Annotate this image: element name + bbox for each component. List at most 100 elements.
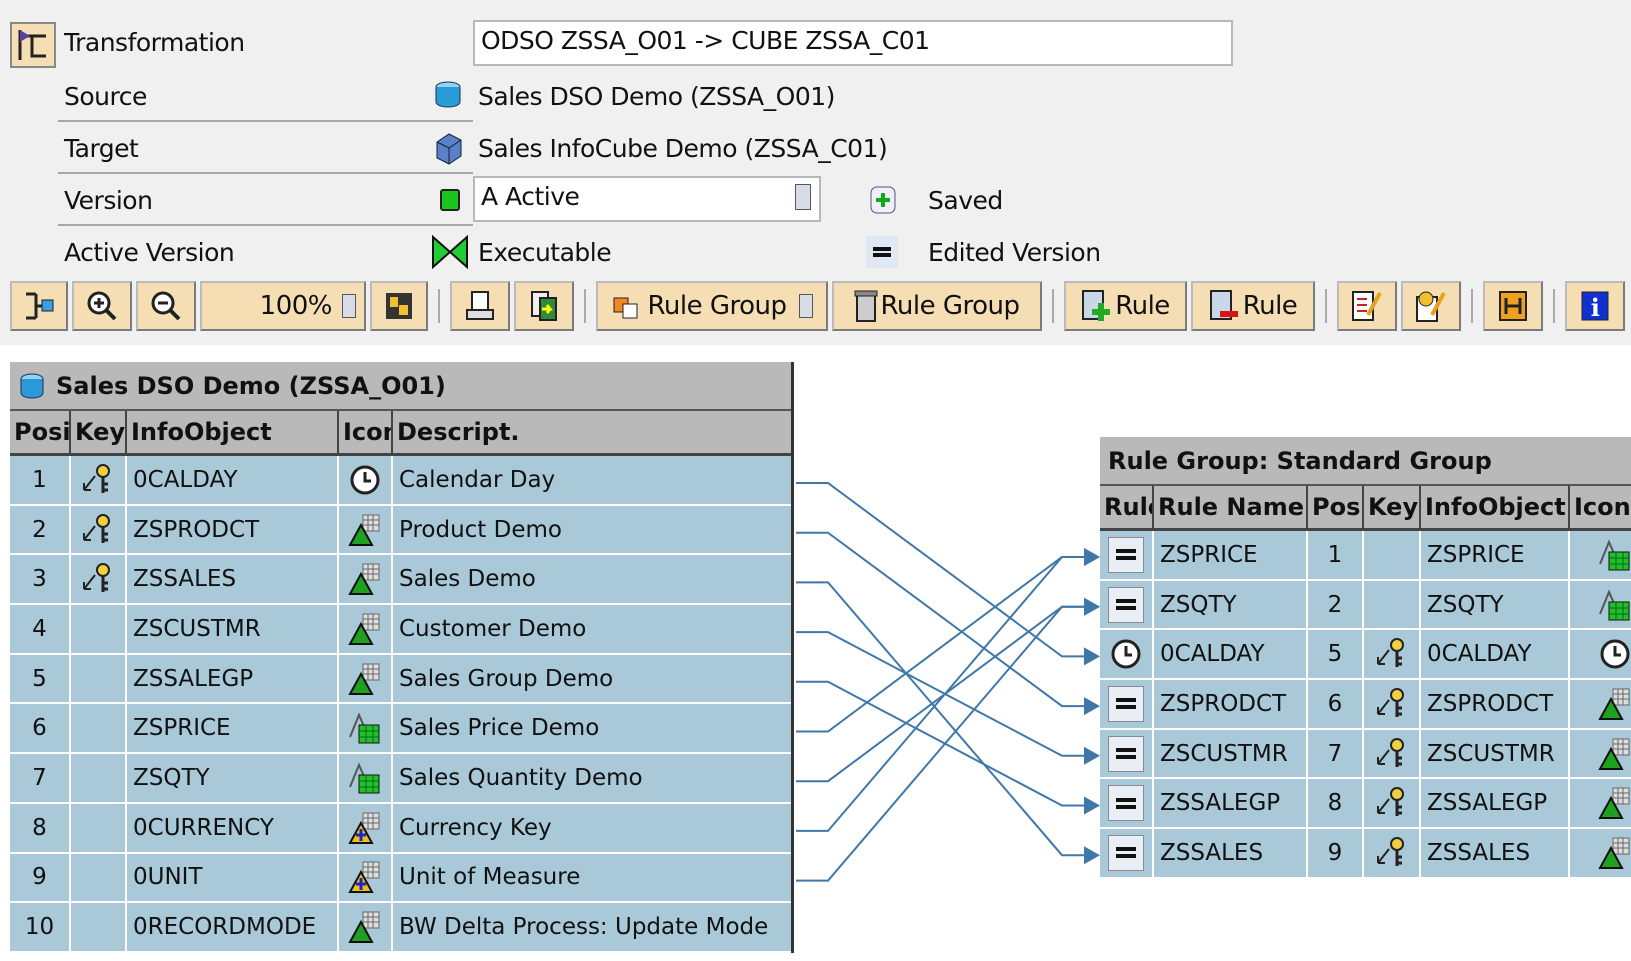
rule-type-cell[interactable] bbox=[1100, 580, 1154, 629]
key-icon bbox=[1376, 687, 1404, 717]
target-table-title: Rule Group: Standard Group bbox=[1100, 437, 1631, 486]
key-cell bbox=[71, 555, 127, 604]
rule-row-zssalegp[interactable]: ZSSALEGP 8 ZSSALEGP bbox=[1100, 779, 1631, 830]
rule-row-zsprodct[interactable]: ZSPRODCT 6 ZSPRODCT bbox=[1100, 680, 1631, 730]
arrowhead-icon bbox=[1084, 846, 1100, 865]
unit-icon bbox=[348, 861, 380, 894]
col-header[interactable]: Rule bbox=[1100, 486, 1154, 528]
infoobject-cell: ZSCUSTMR bbox=[1421, 729, 1570, 778]
infoobject-cell: ZSPRODCT bbox=[127, 505, 339, 554]
icon-cell bbox=[339, 456, 393, 504]
rule-type-cell[interactable] bbox=[1100, 829, 1154, 877]
source-row-zsqty[interactable]: 7 ZSQTY Sales Quantity Demo bbox=[10, 754, 791, 804]
col-header[interactable]: Key bbox=[1364, 486, 1421, 528]
direct-assignment-icon[interactable] bbox=[1108, 586, 1144, 623]
col-header[interactable]: InfoObject bbox=[1421, 486, 1570, 528]
col-header[interactable]: Key bbox=[71, 411, 127, 453]
source-row-zssales[interactable]: 3 ZSSALES Sales Demo bbox=[10, 555, 791, 606]
icon-cell bbox=[339, 853, 393, 902]
description-cell: Unit of Measure bbox=[399, 864, 581, 891]
key-cell bbox=[71, 803, 127, 852]
key-icon bbox=[83, 513, 110, 543]
col-header[interactable]: InfoObject bbox=[127, 411, 339, 453]
col-header[interactable]: Pos bbox=[1308, 486, 1364, 528]
source-table-title-text: Sales DSO Demo (ZSSA_O01) bbox=[56, 371, 446, 400]
rule-type-cell[interactable] bbox=[1100, 680, 1154, 728]
rule-row-zssales[interactable]: ZSSALES 9 ZSSALES bbox=[1100, 829, 1631, 879]
characteristic-icon bbox=[348, 663, 380, 695]
source-row-zssalegp[interactable]: 5 ZSSALEGP Sales Group Demo bbox=[10, 654, 791, 705]
clock-icon bbox=[350, 465, 380, 495]
direct-assignment-icon[interactable] bbox=[1108, 685, 1144, 722]
source-row-zsprodct[interactable]: 2 ZSPRODCT Product Demo bbox=[10, 505, 791, 556]
description-cell: Calendar Day bbox=[399, 466, 556, 493]
icon-cell bbox=[339, 505, 393, 554]
description-cell: Customer Demo bbox=[399, 615, 587, 642]
dso-icon bbox=[20, 373, 44, 398]
key-figure-icon bbox=[349, 712, 380, 744]
position-cell: 9 bbox=[10, 853, 71, 902]
mapping-line[interactable] bbox=[796, 680, 1088, 807]
position-cell: 9 bbox=[1308, 829, 1364, 877]
icon-cell bbox=[339, 803, 393, 852]
unit-icon bbox=[348, 812, 380, 844]
source-row-zscustmr[interactable]: 4 ZSCUSTMR Customer Demo bbox=[10, 605, 791, 655]
mapping-line[interactable] bbox=[796, 581, 1088, 857]
col-header[interactable]: Icon bbox=[339, 411, 393, 453]
key-cell bbox=[1364, 531, 1421, 579]
position-cell: 5 bbox=[1308, 630, 1364, 679]
rule-name-cell: ZSCUSTMR bbox=[1154, 729, 1308, 778]
key-icon bbox=[83, 563, 110, 593]
rule-row-zsqty[interactable]: ZSQTY 2 ZSQTY bbox=[1100, 580, 1631, 631]
position-cell: 1 bbox=[10, 456, 71, 504]
position-cell: 10 bbox=[10, 903, 71, 951]
source-row-0calday[interactable]: 1 0CALDAY Calendar Day bbox=[10, 456, 791, 506]
infoobject-cell: ZSCUSTMR bbox=[127, 605, 339, 653]
arrowhead-icon bbox=[1084, 597, 1100, 616]
direct-assignment-icon[interactable] bbox=[1108, 785, 1144, 822]
key-figure-icon bbox=[1599, 539, 1630, 571]
characteristic-icon bbox=[348, 514, 380, 546]
infoobject-cell: ZSSALEGP bbox=[127, 654, 339, 703]
source-row-zsprice[interactable]: 6 ZSPRICE Sales Price Demo bbox=[10, 704, 791, 755]
characteristic-icon bbox=[1598, 738, 1630, 770]
rule-name-cell: ZSSALES bbox=[1154, 829, 1308, 877]
icon-cell bbox=[1570, 581, 1631, 629]
position-cell: 6 bbox=[10, 704, 71, 753]
rule-type-cell[interactable] bbox=[1100, 729, 1154, 778]
col-header[interactable]: Posi bbox=[10, 411, 71, 453]
direct-assignment-icon[interactable] bbox=[1108, 536, 1144, 573]
rule-row-zsprice[interactable]: ZSPRICE 1 ZSPRICE bbox=[1100, 531, 1631, 581]
characteristic-icon bbox=[348, 613, 380, 645]
rule-row-0calday[interactable]: 0CALDAY 5 0CALDAY bbox=[1100, 630, 1631, 681]
source-row-0currency[interactable]: 8 0CURRENCY Currency Key bbox=[10, 803, 791, 854]
characteristic-icon bbox=[1598, 837, 1630, 869]
mapping-line[interactable] bbox=[796, 605, 1088, 882]
rule-row-zscustmr[interactable]: ZSCUSTMR 7 ZSCUSTMR bbox=[1100, 729, 1631, 780]
source-row-0recordmode[interactable]: 10 0RECORDMODE BW Delta Process: Update … bbox=[10, 903, 791, 953]
infoobject-cell: 0CALDAY bbox=[127, 456, 339, 504]
icon-cell bbox=[1570, 630, 1631, 678]
source-row-0unit[interactable]: 9 0UNIT Unit of Measure bbox=[10, 853, 791, 904]
characteristic-icon bbox=[348, 911, 380, 944]
col-header[interactable]: Rule Name bbox=[1154, 486, 1308, 528]
key-cell bbox=[71, 456, 127, 504]
rule-name-cell: ZSQTY bbox=[1154, 580, 1308, 629]
key-figure-icon bbox=[349, 762, 380, 794]
rule-type-cell[interactable] bbox=[1100, 779, 1154, 828]
position-cell: 2 bbox=[1308, 580, 1364, 629]
position-cell: 6 bbox=[1308, 680, 1364, 728]
rule-name-cell: 0CALDAY bbox=[1154, 630, 1308, 679]
description-cell: Sales Price Demo bbox=[399, 715, 600, 742]
col-header[interactable]: Descript. bbox=[393, 411, 791, 453]
col-header[interactable]: Icon bbox=[1570, 486, 1631, 528]
direct-assignment-icon[interactable] bbox=[1108, 735, 1144, 772]
rule-type-cell[interactable] bbox=[1100, 531, 1154, 579]
key-cell bbox=[1364, 779, 1421, 828]
direct-assignment-icon[interactable] bbox=[1108, 834, 1144, 871]
key-cell bbox=[71, 605, 127, 653]
infoobject-cell: ZSQTY bbox=[1421, 580, 1570, 629]
rule-name-cell: ZSPRODCT bbox=[1154, 680, 1308, 728]
source-table-header: Posi Key InfoObject Icon Descript. bbox=[10, 411, 791, 456]
rule-type-cell[interactable] bbox=[1100, 630, 1154, 679]
